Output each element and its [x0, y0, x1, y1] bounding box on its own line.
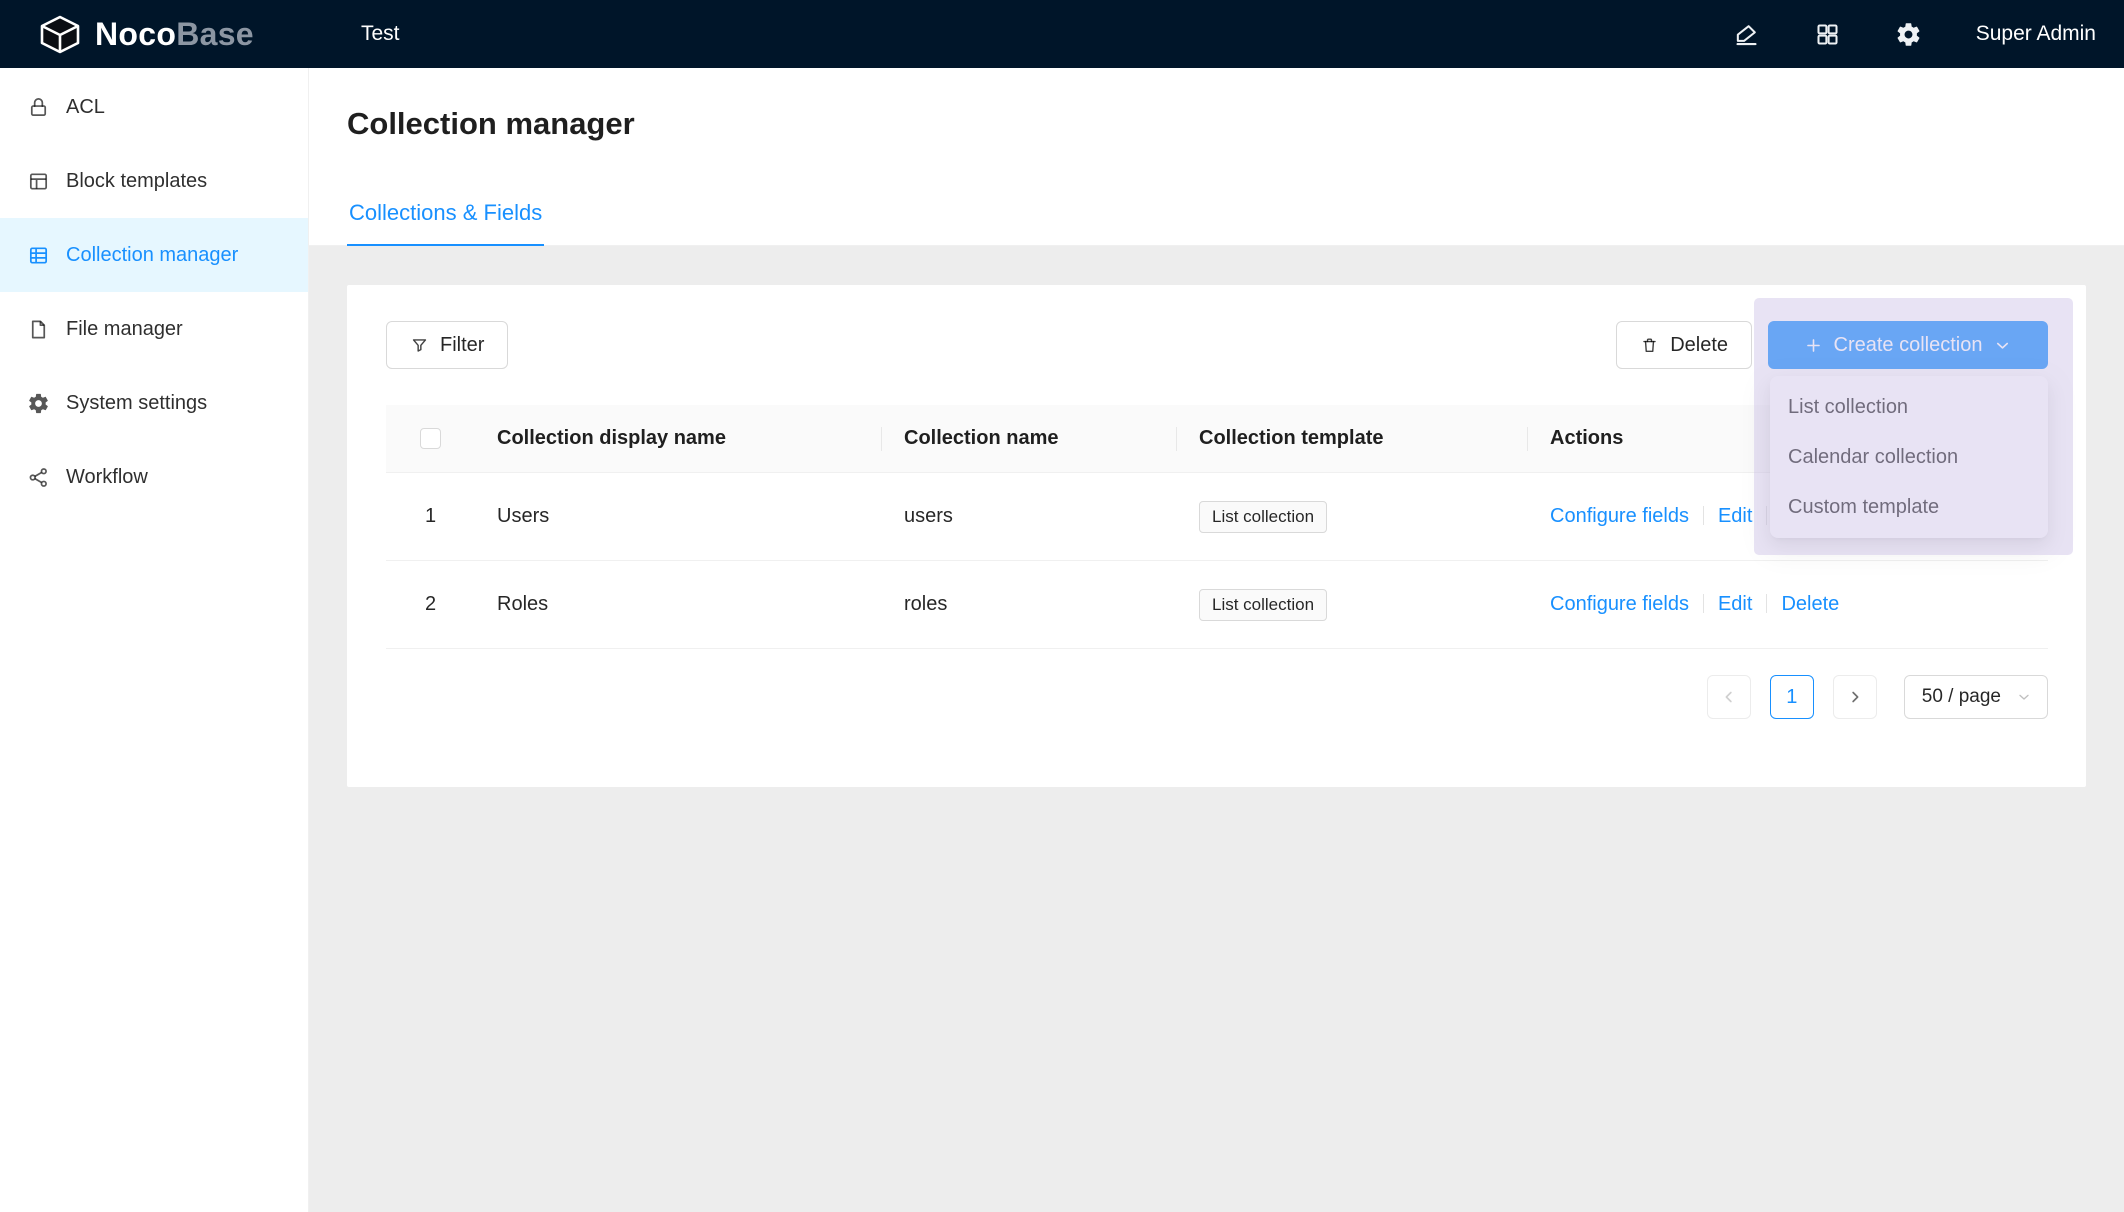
- menu-item-custom-template[interactable]: Custom template: [1770, 482, 2048, 532]
- cell-display-name: Users: [475, 505, 882, 528]
- sidebar-item-file-manager[interactable]: File manager: [0, 292, 308, 366]
- page-size-value: 50 / page: [1922, 686, 2001, 708]
- sidebar-item-label: File manager: [66, 318, 183, 341]
- trash-icon: [1640, 336, 1659, 355]
- lock-icon: [27, 96, 50, 119]
- pagination: 1 50 / page: [386, 675, 2048, 719]
- tab-bar: Collections & Fields: [309, 186, 2124, 246]
- menu-item-list-collection[interactable]: List collection: [1770, 382, 2048, 432]
- page-size-select[interactable]: 50 / page: [1904, 675, 2048, 719]
- edit-link[interactable]: Edit: [1718, 505, 1752, 527]
- sidebar-item-acl[interactable]: ACL: [0, 70, 308, 144]
- page-number-1[interactable]: 1: [1770, 675, 1814, 719]
- cell-collection-name: roles: [882, 593, 1177, 616]
- topnav-item-test[interactable]: Test: [361, 22, 400, 46]
- user-menu[interactable]: Super Admin: [1976, 22, 2096, 46]
- row-index: 2: [386, 593, 475, 616]
- workflow-icon: [27, 466, 50, 489]
- toolbar-right: Delete Create collection: [1616, 321, 2048, 369]
- row-index: 1: [386, 505, 475, 528]
- chevron-down-icon: [1993, 336, 2012, 355]
- logo-text: NocoBase: [95, 16, 254, 53]
- topbar: NocoBase Test Super Admin: [0, 0, 2124, 68]
- topbar-right: Super Admin: [1733, 21, 2124, 48]
- chevron-right-icon: [1846, 688, 1864, 706]
- create-collection-button[interactable]: Create collection: [1768, 321, 2048, 369]
- configure-fields-link[interactable]: Configure fields: [1550, 505, 1689, 527]
- cell-display-name: Roles: [475, 593, 882, 616]
- gear-icon: [27, 392, 50, 415]
- file-icon: [27, 318, 50, 341]
- sidebar-item-label: System settings: [66, 392, 207, 415]
- page-title: Collection manager: [309, 68, 2124, 142]
- menu-item-calendar-collection[interactable]: Calendar collection: [1770, 432, 2048, 482]
- card-toolbar: Filter Delete Create collection: [386, 321, 2048, 369]
- next-page-button[interactable]: [1833, 675, 1877, 719]
- layout-icon: [27, 170, 50, 193]
- nocobase-logo[interactable]: NocoBase: [0, 15, 309, 54]
- column-header-display-name: Collection display name: [475, 427, 882, 450]
- chevron-left-icon: [1720, 688, 1738, 706]
- filter-button[interactable]: Filter: [386, 321, 508, 369]
- sidebar-item-block-templates[interactable]: Block templates: [0, 144, 308, 218]
- sidebar-item-label: Workflow: [66, 466, 148, 489]
- sidebar-item-system-settings[interactable]: System settings: [0, 366, 308, 440]
- template-tag: List collection: [1199, 589, 1327, 621]
- highlighter-icon[interactable]: [1733, 21, 1760, 48]
- configure-fields-link[interactable]: Configure fields: [1550, 593, 1689, 615]
- create-collection-label: Create collection: [1834, 334, 1983, 357]
- column-header-template: Collection template: [1177, 427, 1528, 450]
- chevron-down-icon: [2016, 689, 2032, 705]
- sidebar-item-collection-manager[interactable]: Collection manager: [0, 218, 308, 292]
- page-header: Collection manager Collections & Fields: [309, 68, 2124, 246]
- plus-icon: [1804, 336, 1823, 355]
- filter-icon: [410, 336, 429, 355]
- template-tag: List collection: [1199, 501, 1327, 533]
- main-content: Collection manager Collections & Fields …: [309, 68, 2124, 1212]
- cell-template: List collection: [1177, 501, 1528, 533]
- select-all-checkbox[interactable]: [420, 428, 441, 449]
- sidebar-item-label: ACL: [66, 96, 105, 119]
- filter-button-label: Filter: [440, 334, 484, 357]
- create-collection-menu: List collection Calendar collection Cust…: [1770, 376, 2048, 538]
- action-divider: [1703, 506, 1704, 525]
- cube-logo-icon: [38, 15, 82, 54]
- blocks-icon[interactable]: [1814, 21, 1841, 48]
- column-header-name: Collection name: [882, 427, 1177, 450]
- delete-link[interactable]: Delete: [1781, 593, 1839, 615]
- cell-actions: Configure fields Edit Delete: [1528, 593, 2048, 616]
- table-row[interactable]: 2 Roles roles List collection Configure …: [386, 561, 2048, 649]
- sidebar-item-workflow[interactable]: Workflow: [0, 440, 308, 514]
- cell-template: List collection: [1177, 589, 1528, 621]
- action-divider: [1766, 506, 1767, 525]
- sidebar-item-label: Block templates: [66, 170, 207, 193]
- edit-link[interactable]: Edit: [1718, 593, 1752, 615]
- prev-page-button[interactable]: [1707, 675, 1751, 719]
- delete-button-label: Delete: [1670, 334, 1728, 357]
- gear-icon[interactable]: [1895, 21, 1922, 48]
- tab-collections-and-fields[interactable]: Collections & Fields: [347, 186, 544, 246]
- action-divider: [1703, 594, 1704, 613]
- cell-collection-name: users: [882, 505, 1177, 528]
- sidebar-item-label: Collection manager: [66, 244, 238, 267]
- select-all-cell: [386, 428, 475, 449]
- collection-icon: [27, 244, 50, 267]
- settings-sidebar: ACL Block templates Collection manager F…: [0, 68, 309, 1212]
- action-divider: [1766, 594, 1767, 613]
- delete-button[interactable]: Delete: [1616, 321, 1752, 369]
